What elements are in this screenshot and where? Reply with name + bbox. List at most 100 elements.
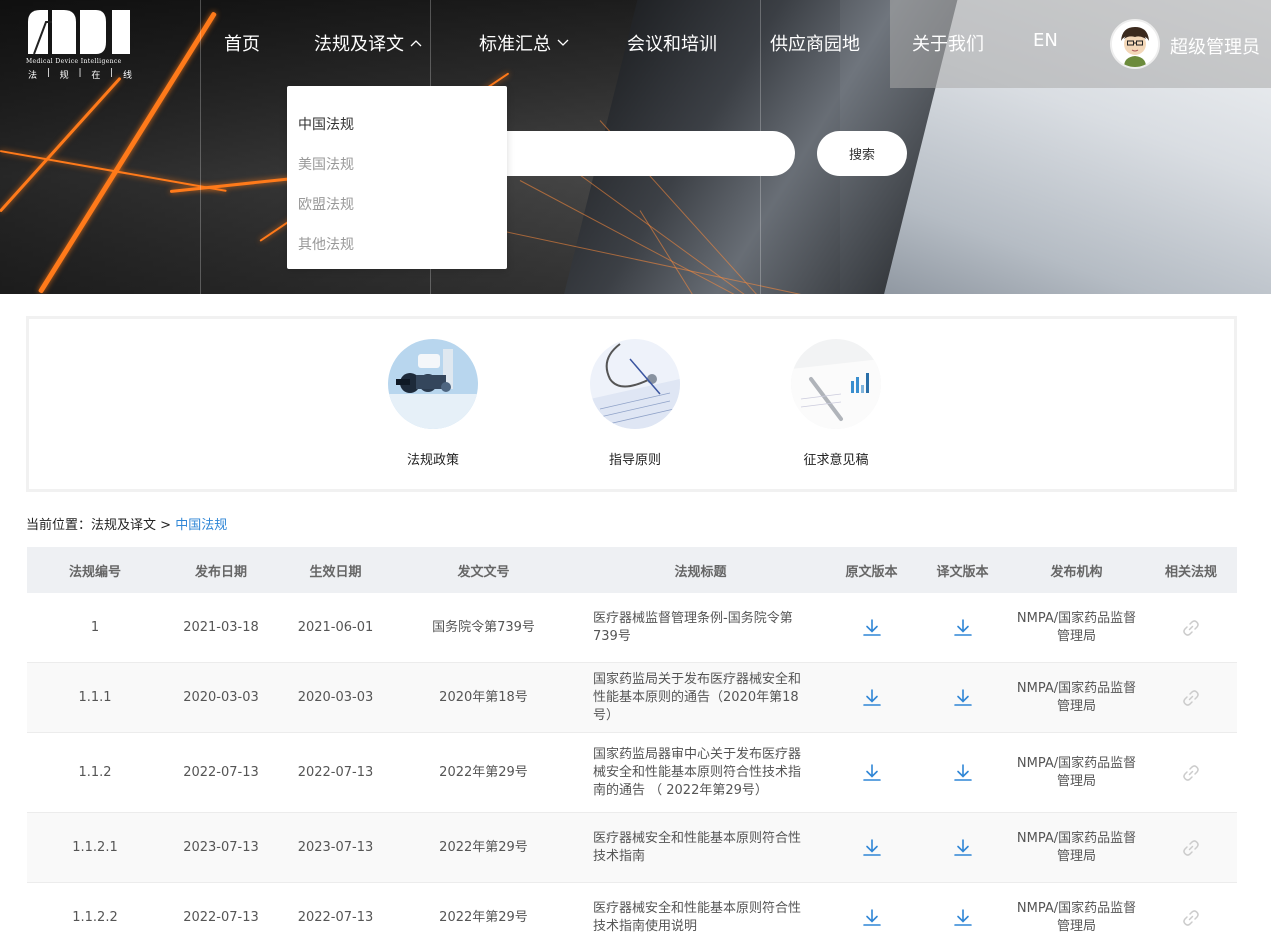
stethoscope-illustration <box>590 339 680 429</box>
column-header-title: 法规标题 <box>674 564 727 580</box>
report-chart-illustration <box>791 339 881 429</box>
cell-title-link[interactable]: 医疗器械监督管理条例-国务院令第739号 <box>575 593 826 662</box>
cell-related <box>1145 733 1237 812</box>
link-icon[interactable] <box>1181 763 1201 783</box>
column-header-original: 原文版本 <box>845 564 898 580</box>
cell-agency: NMPA/国家药品监督管理局 <box>1016 900 1137 934</box>
table-header: 法规编号 发布日期 生效日期 发文文号 法规标题 原文版本 译文版本 发布机构 … <box>27 547 1237 593</box>
cell-effective-date: 2020-03-03 <box>297 689 374 705</box>
nav-suppliers[interactable]: 供应商园地 <box>770 30 860 56</box>
cell-effective-date: 2021-06-01 <box>297 619 374 635</box>
category-draft-for-comments[interactable]: 征求意见稿 <box>781 339 891 468</box>
download-icon[interactable] <box>953 838 973 858</box>
link-icon[interactable] <box>1181 618 1201 638</box>
cell-agency: NMPA/国家药品监督管理局 <box>1016 610 1137 644</box>
cell-translation <box>917 813 1008 882</box>
breadcrumb-current: 中国法规 <box>175 518 228 533</box>
download-icon[interactable] <box>862 618 882 638</box>
dropdown-item-china[interactable]: 中国法规 <box>287 114 507 154</box>
table-row[interactable]: 1.1.2.1 2023-07-13 2023-07-13 2022年第29号 医疗器械… <box>27 813 1237 883</box>
column-header-publish-date: 发布日期 <box>194 564 247 580</box>
nav-regulations-label: 法规及译文 <box>314 34 404 55</box>
cell-agency: NMPA/国家药品监督管理局 <box>1016 830 1137 864</box>
chevron-up-icon <box>410 40 422 47</box>
nav-standards-label: 标准汇总 <box>479 34 551 55</box>
nav-about[interactable]: 关于我们 <box>912 30 984 56</box>
cell-title-link[interactable]: 国家药监局关于发布医疗器械安全和性能基本原则的通告（2020年第18号） <box>575 663 826 732</box>
download-icon[interactable] <box>953 618 973 638</box>
cell-publish-date: 2021-03-18 <box>183 619 259 635</box>
logo-char: 规 <box>59 71 69 81</box>
nav-home[interactable]: 首页 <box>224 30 260 56</box>
category-guidelines[interactable]: 指导原则 <box>580 339 690 468</box>
table-row[interactable]: 1 2021-03-18 2021-06-01 国务院令第739号 医疗器械监督管理条例… <box>27 593 1237 663</box>
category-regulations-policy[interactable]: 法规政策 <box>378 339 488 468</box>
nav-regulations[interactable]: 法规及译文 <box>314 30 422 56</box>
download-icon[interactable] <box>862 908 882 928</box>
cell-title-link[interactable]: 国家药监局器审中心关于发布医疗器械安全和性能基本原则符合性技术指南的通告 （ 2… <box>575 733 826 812</box>
download-icon[interactable] <box>953 688 973 708</box>
cell-related <box>1145 593 1237 662</box>
logo-cn-text: 法 | 规 | 在 | 线 <box>26 68 134 81</box>
search-button[interactable]: 搜索 <box>817 131 907 176</box>
search-input[interactable] <box>480 131 795 176</box>
link-icon[interactable] <box>1181 908 1201 928</box>
cell-original <box>826 593 917 662</box>
nav-standards[interactable]: 标准汇总 <box>479 30 569 56</box>
dropdown-item-usa[interactable]: 美国法规 <box>287 154 507 194</box>
logo-char: 在 <box>91 71 101 81</box>
column-header-related: 相关法规 <box>1164 564 1217 580</box>
cell-doc-number: 国务院令第739号 <box>432 619 535 635</box>
nav-conferences[interactable]: 会议和培训 <box>627 30 717 56</box>
cell-original <box>826 663 917 732</box>
mdi-logo-mark <box>28 10 130 55</box>
cell-agency: NMPA/国家药品监督管理局 <box>1016 755 1137 789</box>
table-body: 1 2021-03-18 2021-06-01 国务院令第739号 医疗器械监督管理条例… <box>27 593 1237 937</box>
breadcrumb-parent-link[interactable]: 法规及译文 <box>91 518 156 533</box>
dropdown-item-eu[interactable]: 欧盟法规 <box>287 194 507 234</box>
site-logo[interactable]: Medical Device Intelligence 法 | 规 | 在 | … <box>26 8 134 82</box>
cell-id: 1.1.2 <box>78 764 112 780</box>
cell-title-link[interactable]: 医疗器械安全和性能基本原则符合性技术指南 <box>575 813 826 882</box>
breadcrumb: 当前位置：法规及译文 > 中国法规 <box>26 514 227 533</box>
dropdown-item-other[interactable]: 其他法规 <box>287 234 507 274</box>
column-header-id: 法规编号 <box>68 564 121 580</box>
regulations-table: 法规编号 发布日期 生效日期 发文文号 法规标题 原文版本 译文版本 发布机构 … <box>27 547 1237 937</box>
user-avatar[interactable] <box>1110 19 1160 69</box>
download-icon[interactable] <box>862 838 882 858</box>
cell-id: 1 <box>90 619 100 635</box>
cell-title-link[interactable]: 医疗器械安全和性能基本原则符合性技术指南使用说明 <box>575 883 826 937</box>
cell-effective-date: 2022-07-13 <box>297 909 374 925</box>
cell-related <box>1145 663 1237 732</box>
cell-doc-number: 2022年第29号 <box>439 839 528 855</box>
cell-doc-number: 2020年第18号 <box>439 689 528 705</box>
download-icon[interactable] <box>953 763 973 783</box>
cell-publish-date: 2022-07-13 <box>183 764 259 780</box>
table-row[interactable]: 1.1.1 2020-03-03 2020-03-03 2020年第18号 国家药监局关… <box>27 663 1237 733</box>
cell-publish-date: 2022-07-13 <box>183 909 259 925</box>
download-icon[interactable] <box>862 763 882 783</box>
cell-translation <box>917 593 1008 662</box>
cell-doc-number: 2022年第29号 <box>439 909 528 925</box>
nav-language-en[interactable]: EN <box>1033 30 1058 51</box>
cell-original <box>826 733 917 812</box>
download-icon[interactable] <box>862 688 882 708</box>
table-row[interactable]: 1.1.2.2 2022-07-13 2022-07-13 2022年第29号 医疗器械… <box>27 883 1237 937</box>
nav-about-label: 关于我们 <box>912 34 984 55</box>
table-row[interactable]: 1.1.2 2022-07-13 2022-07-13 2022年第29号 国家药监局器… <box>27 733 1237 813</box>
user-name[interactable]: 超级管理员 <box>1170 33 1260 59</box>
logo-divider: | <box>78 68 82 78</box>
link-icon[interactable] <box>1181 838 1201 858</box>
cell-original <box>826 813 917 882</box>
category-panel: 法规政策 指导原则 征求意见稿 <box>26 316 1237 492</box>
download-icon[interactable] <box>953 908 973 928</box>
report-chart-image <box>791 339 881 429</box>
column-header-effective-date: 生效日期 <box>309 564 362 580</box>
breadcrumb-prefix: 当前位置： <box>26 518 92 533</box>
column-header-doc-number: 发文文号 <box>457 564 510 580</box>
link-icon[interactable] <box>1181 688 1201 708</box>
column-header-agency: 发布机构 <box>1050 564 1103 580</box>
nav-conferences-label: 会议和培训 <box>627 34 717 55</box>
chevron-down-icon <box>557 39 569 46</box>
cell-doc-number: 2022年第29号 <box>439 764 528 780</box>
